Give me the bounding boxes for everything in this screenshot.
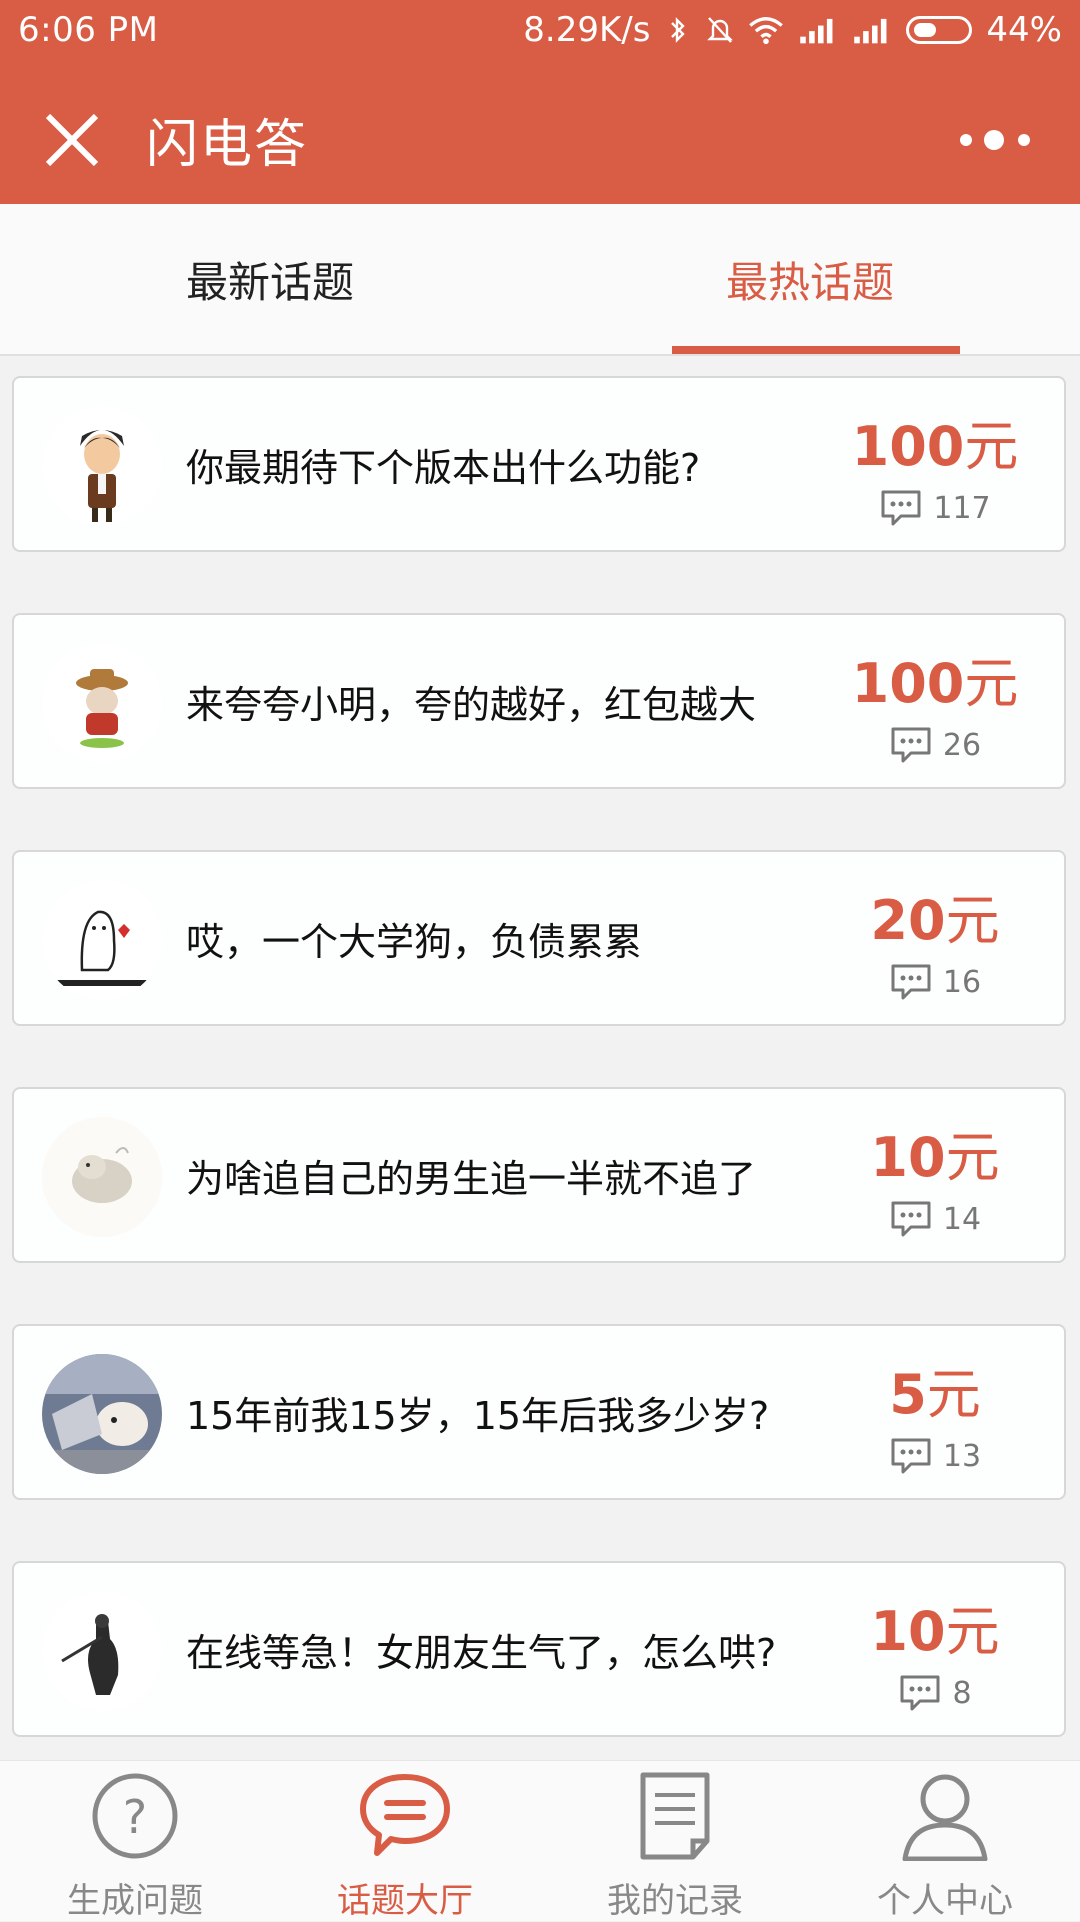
question-circle-icon: ? — [92, 1773, 178, 1859]
comment-count: 117 — [850, 488, 1020, 528]
active-tab-indicator — [672, 346, 960, 354]
reward-amount: 20元 — [850, 876, 1020, 955]
status-icons: 8.29K/s 44% — [523, 10, 1062, 50]
title-bar: 闪电答 — [0, 62, 1080, 204]
comment-count: 13 — [850, 1436, 1020, 1476]
comment-count-value: 26 — [942, 727, 982, 763]
status-bar: 6:06 PM 8.29K/s 44% — [0, 0, 1080, 62]
topic-card[interactable]: 你最期待下个版本出什么功能? 100元 117 — [12, 376, 1066, 552]
topic-title: 来夸夸小明，夸的越好，红包越大 — [186, 682, 757, 727]
reward-unit: 元 — [926, 1363, 981, 1426]
topic-card[interactable]: 哎，一个大学狗，负债累累 20元 16 — [12, 850, 1066, 1026]
avatar — [42, 1354, 162, 1474]
signal-icon — [854, 18, 887, 44]
page-title: 闪电答 — [146, 115, 309, 175]
app-header: 6:06 PM 8.29K/s 44% 闪电答 — [0, 0, 1080, 204]
chat-bubble-icon — [360, 1774, 450, 1856]
document-icon — [640, 1772, 710, 1860]
topic-title: 你最期待下个版本出什么功能? — [186, 445, 701, 490]
nav-label: 话题大厅 — [337, 1881, 473, 1921]
reward-unit: 元 — [945, 1600, 1000, 1663]
wifi-icon — [749, 17, 784, 45]
topic-title: 15年前我15岁，15年后我多少岁? — [186, 1393, 770, 1438]
comment-count-value: 13 — [942, 1438, 982, 1474]
topic-card[interactable]: 来夸夸小明，夸的越好，红包越大 100元 26 — [12, 613, 1066, 789]
comment-count: 26 — [850, 725, 1020, 765]
reward-value: 100 — [851, 415, 965, 478]
reward-unit: 元 — [945, 1126, 1000, 1189]
nav-label: 我的记录 — [607, 1881, 743, 1921]
tab-latest-topics[interactable]: 最新话题 — [0, 204, 540, 354]
comment-icon — [900, 1675, 940, 1711]
reward-value: 20 — [870, 889, 946, 952]
comment-count-value: 8 — [952, 1675, 972, 1711]
nav-personal-center[interactable]: 个人中心 — [810, 1761, 1080, 1921]
comment-icon — [891, 1438, 931, 1474]
reward-unit: 元 — [945, 889, 1000, 952]
topic-card[interactable]: 在线等急！女朋友生气了，怎么哄? 10元 8 — [12, 1561, 1066, 1737]
tab-hot-topics[interactable]: 最热话题 — [540, 204, 1080, 354]
status-time: 6:06 PM — [18, 10, 159, 50]
nav-generate-question[interactable]: ? 生成问题 — [0, 1761, 270, 1921]
person-icon — [902, 1774, 988, 1861]
network-speed: 8.29K/s — [523, 10, 651, 50]
reward-amount: 10元 — [850, 1587, 1020, 1666]
comment-count: 14 — [850, 1199, 1020, 1239]
comment-count: 16 — [850, 962, 1020, 1002]
nav-my-records[interactable]: 我的记录 — [540, 1761, 810, 1921]
bottom-nav: ? 生成问题 话题大厅 我的记录 个人中心 — [0, 1760, 1080, 1921]
reward-unit: 元 — [964, 415, 1019, 478]
reward-amount: 100元 — [850, 402, 1020, 481]
avatar — [42, 1591, 162, 1711]
reward-value: 100 — [851, 652, 965, 715]
nav-topic-hall[interactable]: 话题大厅 — [270, 1761, 540, 1921]
reward-value: 10 — [870, 1600, 946, 1663]
comment-icon — [891, 964, 931, 1000]
avatar — [42, 880, 162, 1000]
battery-icon — [906, 16, 973, 44]
silent-bell-icon — [707, 17, 734, 43]
reward-value: 10 — [870, 1126, 946, 1189]
avatar — [42, 406, 162, 526]
topic-card[interactable]: 15年前我15岁，15年后我多少岁? 5元 13 — [12, 1324, 1066, 1500]
topic-title: 哎，一个大学狗，负债累累 — [186, 919, 643, 964]
nav-label: 生成问题 — [67, 1881, 203, 1921]
close-icon[interactable] — [34, 102, 110, 178]
comment-count-value: 16 — [942, 964, 982, 1000]
more-dots-icon[interactable] — [948, 110, 1044, 170]
svg-text:?: ? — [123, 1790, 147, 1844]
comment-icon — [881, 490, 921, 526]
comment-icon — [891, 1201, 931, 1237]
bluetooth-icon — [671, 17, 686, 43]
comment-count-value: 14 — [942, 1201, 982, 1237]
reward-value: 5 — [889, 1363, 927, 1426]
avatar — [42, 643, 162, 763]
reward-amount: 10元 — [850, 1113, 1020, 1192]
topic-title: 为啥追自己的男生追一半就不追了 — [186, 1156, 757, 1201]
battery-percent: 44% — [986, 10, 1062, 50]
comment-icon — [891, 727, 931, 763]
signal-icon — [800, 18, 833, 44]
topic-tabs: 最新话题 最热话题 — [0, 204, 1080, 356]
reward-unit: 元 — [964, 652, 1019, 715]
topic-card[interactable]: 为啥追自己的男生追一半就不追了 10元 14 — [12, 1087, 1066, 1263]
topic-title: 在线等急！女朋友生气了，怎么哄? — [186, 1630, 777, 1675]
avatar — [42, 1117, 162, 1237]
reward-amount: 100元 — [850, 639, 1020, 718]
comment-count-value: 117 — [933, 490, 991, 526]
comment-count: 8 — [850, 1673, 1020, 1713]
reward-amount: 5元 — [850, 1350, 1020, 1429]
nav-label: 个人中心 — [877, 1881, 1013, 1921]
